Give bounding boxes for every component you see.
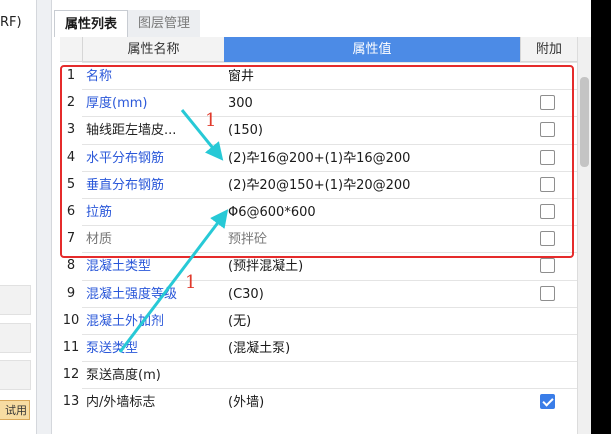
attach-cell <box>520 388 577 416</box>
left-panel-box <box>0 285 31 315</box>
tab-property-list[interactable]: 属性列表 <box>54 10 129 37</box>
row-number: 6 <box>60 198 82 225</box>
table-row[interactable]: 3 轴线距左墙皮... (150) <box>60 116 577 144</box>
property-value-header: 属性值 <box>224 37 520 62</box>
property-name-cell: 厚度(mm) <box>82 89 224 117</box>
table-row[interactable]: 7 材质 预拌砼 <box>60 225 577 253</box>
panel-tabs: 属性列表 图层管理 <box>54 10 201 37</box>
annotation-label-bottom: 1 <box>185 272 197 293</box>
attach-checkbox[interactable] <box>540 231 555 247</box>
attach-cell <box>520 279 577 307</box>
property-name-cell: 混凝土外加剂 <box>82 306 224 334</box>
table-row[interactable]: 13 内/外墙标志 (外墙) <box>60 388 577 416</box>
attach-cell <box>520 306 577 334</box>
row-number: 9 <box>60 279 82 307</box>
table-row[interactable]: 6 拉筋 Φ6@600*600 <box>60 198 577 225</box>
table-row[interactable]: 4 水平分布钢筋 (2)卆16@200+(1)卆16@200 <box>60 143 577 171</box>
scrollbar-thumb[interactable] <box>580 77 589 167</box>
row-number: 4 <box>60 143 82 171</box>
property-name-header: 属性名称 <box>82 37 224 62</box>
row-number: 12 <box>60 361 82 389</box>
property-name-cell: 混凝土类型 <box>82 252 224 280</box>
row-number: 7 <box>60 225 82 253</box>
table-row[interactable]: 1 名称 窗井 <box>60 62 577 89</box>
attach-cell <box>520 198 577 225</box>
property-value-cell[interactable]: (无) <box>224 306 520 334</box>
attach-checkbox[interactable] <box>540 176 555 192</box>
table-row[interactable]: 8 混凝土类型 (预拌混凝土) <box>60 252 577 280</box>
row-number: 10 <box>60 306 82 334</box>
property-name-cell: 内/外墙标志 <box>82 388 224 416</box>
row-number: 5 <box>60 170 82 198</box>
attach-cell <box>520 89 577 117</box>
property-value-cell[interactable]: 窗井 <box>224 62 520 89</box>
attach-cell <box>520 143 577 171</box>
property-name-cell: 泵送高度(m) <box>82 361 224 389</box>
row-number-header <box>60 37 82 62</box>
property-value-cell[interactable]: (150) <box>224 116 520 144</box>
table-row[interactable]: 2 厚度(mm) 300 <box>60 89 577 117</box>
row-number: 1 <box>60 62 82 89</box>
attach-cell <box>520 170 577 198</box>
row-number: 11 <box>60 334 82 361</box>
property-name-cell: 混凝土强度等级 <box>82 279 224 307</box>
annotation-label-top: 1 <box>205 110 217 131</box>
property-name-cell: 垂直分布钢筋 <box>82 170 224 198</box>
attach-cell <box>520 225 577 253</box>
property-value-cell[interactable]: (预拌混凝土) <box>224 252 520 280</box>
table-row[interactable]: 5 垂直分布钢筋 (2)卆20@150+(1)卆20@200 <box>60 170 577 198</box>
attach-cell <box>520 62 577 89</box>
property-name-cell: 拉筋 <box>82 198 224 225</box>
property-value-cell[interactable]: Φ6@600*600 <box>224 198 520 225</box>
property-value-cell[interactable]: (混凝土泵) <box>224 334 520 361</box>
attach-checkbox[interactable] <box>540 122 555 138</box>
property-name-cell: 水平分布钢筋 <box>82 143 224 171</box>
attach-checkbox[interactable] <box>540 285 555 301</box>
row-number: 8 <box>60 252 82 280</box>
attach-cell <box>520 252 577 280</box>
left-panel-box <box>0 360 31 390</box>
attach-checkbox[interactable] <box>540 258 555 274</box>
property-name-cell: 轴线距左墙皮... <box>82 116 224 144</box>
vertical-scrollbar[interactable] <box>577 37 592 434</box>
row-number: 2 <box>60 89 82 117</box>
property-value-cell[interactable]: (2)卆20@150+(1)卆20@200 <box>224 170 520 198</box>
row-number: 13 <box>60 388 82 416</box>
table-row[interactable]: 12 泵送高度(m) <box>60 361 577 389</box>
attach-checkbox[interactable] <box>540 95 555 111</box>
left-panel: RF) 试用 <box>0 0 36 434</box>
property-name-cell: 名称 <box>82 62 224 89</box>
property-value-cell[interactable]: (2)卆16@200+(1)卆16@200 <box>224 143 520 171</box>
canvas-edge <box>591 0 611 434</box>
property-name-cell: 泵送类型 <box>82 334 224 361</box>
attach-checkbox[interactable] <box>540 394 555 410</box>
attach-checkbox[interactable] <box>540 149 555 165</box>
table-row[interactable]: 11 泵送类型 (混凝土泵) <box>60 334 577 361</box>
trial-button[interactable]: 试用 <box>0 400 30 420</box>
attach-cell <box>520 334 577 361</box>
table-row[interactable]: 9 混凝土强度等级 (C30) <box>60 279 577 307</box>
left-panel-text: RF) <box>0 15 22 30</box>
property-name-cell: 材质 <box>82 225 224 253</box>
table-row[interactable]: 10 混凝土外加剂 (无) <box>60 306 577 334</box>
property-value-cell[interactable]: 300 <box>224 89 520 117</box>
property-table: 属性名称 属性值 附加 1 名称 窗井 2 厚度(mm) 300 3 轴线距左墙皮... (15… <box>60 37 577 437</box>
left-panel-box <box>0 323 31 353</box>
row-number: 3 <box>60 116 82 144</box>
attach-cell <box>520 116 577 144</box>
property-value-cell[interactable]: (外墙) <box>224 388 520 416</box>
panel-splitter[interactable] <box>36 0 52 434</box>
property-value-cell[interactable]: (C30) <box>224 279 520 307</box>
attach-header: 附加 <box>520 37 577 62</box>
attach-checkbox[interactable] <box>540 204 555 219</box>
tab-layer-manager[interactable]: 图层管理 <box>128 10 201 37</box>
attach-cell <box>520 361 577 389</box>
property-value-cell[interactable]: 预拌砼 <box>224 225 520 253</box>
property-value-cell[interactable] <box>224 361 520 389</box>
